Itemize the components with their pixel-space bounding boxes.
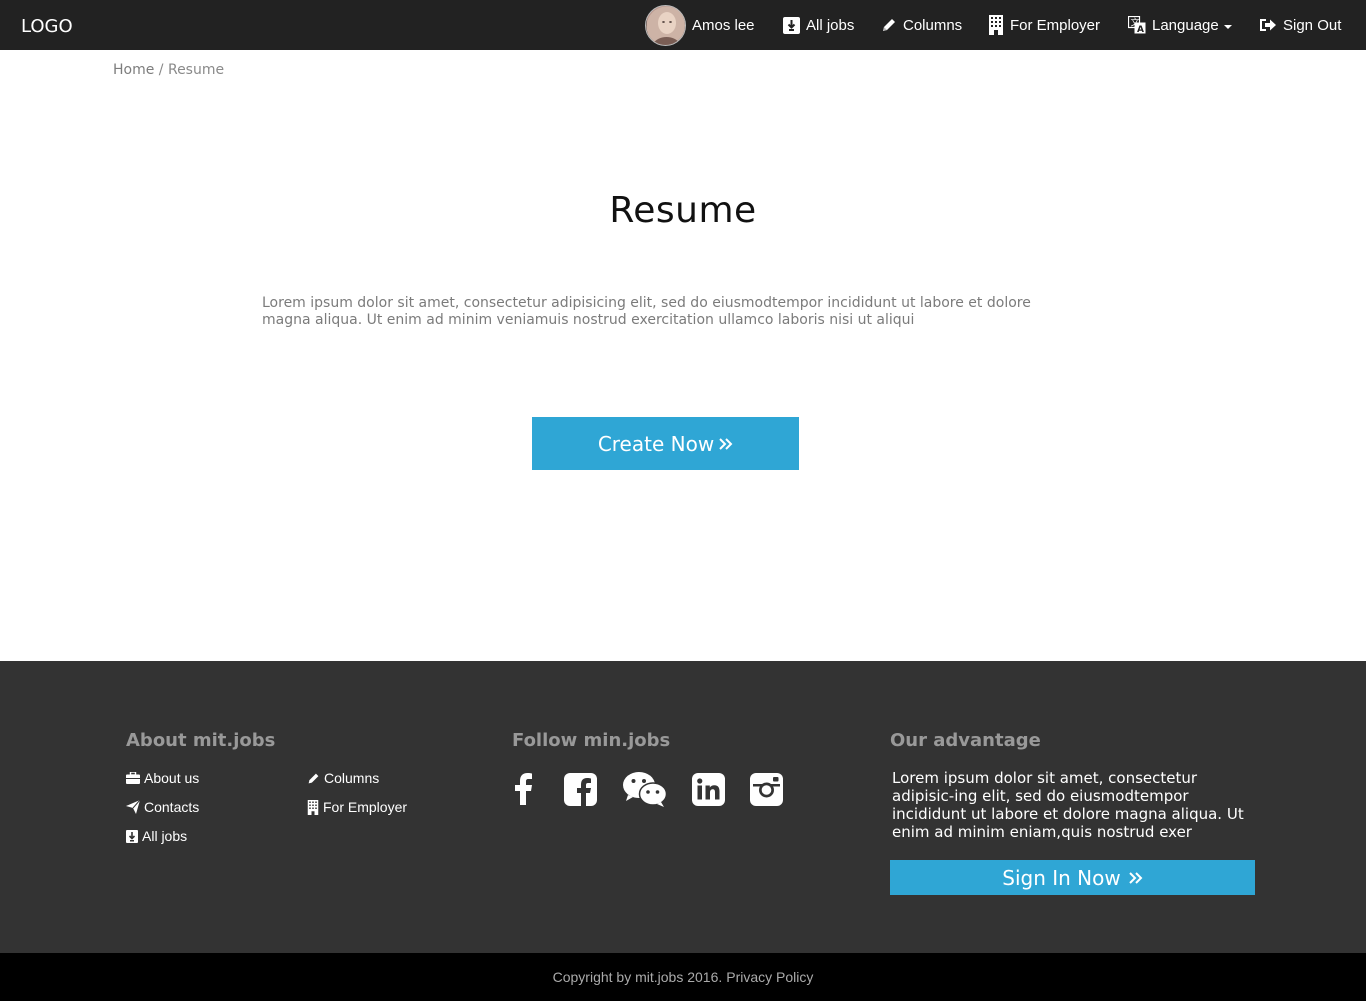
- paper-plane-icon: [126, 800, 140, 814]
- nav-language-dropdown[interactable]: 文A Language: [1128, 0, 1232, 50]
- avatar: [645, 4, 686, 46]
- logo[interactable]: LOGO: [21, 16, 73, 37]
- double-chevron-right-icon: [1129, 871, 1143, 885]
- instagram-icon[interactable]: [746, 770, 786, 808]
- building-icon: [988, 15, 1004, 35]
- create-now-label: Create Now: [597, 431, 715, 456]
- breadcrumb-home-link[interactable]: Home: [113, 62, 154, 78]
- footer-link-about-us[interactable]: About us: [126, 770, 199, 786]
- caret-down-icon: [1223, 24, 1232, 29]
- footer-link-about-us-label: About us: [144, 770, 200, 786]
- double-chevron-right-icon: [719, 437, 733, 451]
- facebook-square-icon[interactable]: [560, 770, 600, 808]
- about-heading: About mit.jobs: [126, 730, 276, 751]
- user-name: Amos lee: [692, 16, 755, 34]
- advantage-text: Lorem ipsum dolor sit amet, consectetur …: [892, 769, 1244, 841]
- sign-in-now-label: Sign In Now: [1002, 865, 1121, 890]
- footer-link-all-jobs[interactable]: All jobs: [126, 828, 187, 844]
- intro-text: Lorem ipsum dolor sit amet, consectetur …: [262, 295, 1031, 328]
- footer-link-columns-label: Columns: [324, 770, 380, 786]
- top-navbar: LOGO Amos lee All jobs Columns For Emplo…: [0, 0, 1366, 50]
- nav-all-jobs[interactable]: All jobs: [783, 0, 854, 50]
- nav-columns[interactable]: Columns: [881, 0, 962, 50]
- nav-language-label: Language: [1152, 16, 1219, 34]
- sign-in-now-button[interactable]: Sign In Now: [890, 860, 1255, 895]
- follow-heading: Follow min.jobs: [512, 730, 671, 751]
- footer-link-contacts[interactable]: Contacts: [126, 799, 199, 815]
- footer-link-for-employer-label: For Employer: [323, 799, 408, 815]
- nav-user-profile[interactable]: Amos lee: [645, 0, 755, 50]
- footer-link-all-jobs-label: All jobs: [142, 828, 188, 844]
- footer-link-for-employer[interactable]: For Employer: [307, 799, 407, 815]
- create-now-button[interactable]: Create Now: [532, 417, 799, 470]
- svg-text:A: A: [1137, 25, 1144, 34]
- sign-out-icon: [1259, 17, 1277, 33]
- nav-for-employer[interactable]: For Employer: [988, 0, 1100, 50]
- jobs-icon: [126, 829, 138, 843]
- wechat-icon[interactable]: [622, 770, 668, 808]
- bottom-bar: Copyright by mit.jobs 2016. Privacy Poli…: [0, 953, 1366, 1001]
- privacy-policy-link[interactable]: Privacy Policy: [726, 969, 813, 985]
- footer-link-contacts-label: Contacts: [144, 799, 200, 815]
- breadcrumb-separator: /: [158, 62, 164, 78]
- nav-all-jobs-label: All jobs: [806, 16, 855, 34]
- nav-for-employer-label: For Employer: [1010, 16, 1101, 34]
- nav-sign-out-label: Sign Out: [1283, 16, 1342, 34]
- building-icon: [307, 799, 319, 815]
- jobs-icon: [783, 16, 800, 34]
- breadcrumb-current: Resume: [167, 62, 225, 78]
- copyright-text: Copyright by mit.jobs 2016.: [552, 969, 723, 985]
- advantage-heading: Our advantage: [890, 730, 1041, 751]
- linkedin-icon[interactable]: [688, 770, 728, 808]
- nav-sign-out[interactable]: Sign Out: [1259, 0, 1341, 50]
- pencil-icon: [881, 17, 897, 33]
- breadcrumb: Home / Resume: [113, 62, 224, 78]
- pencil-icon: [307, 772, 320, 785]
- page-title: Resume: [609, 190, 757, 231]
- briefcase-icon: [126, 772, 140, 784]
- facebook-icon[interactable]: [503, 770, 543, 808]
- translate-icon: 文A: [1128, 16, 1146, 34]
- footer-link-columns[interactable]: Columns: [307, 770, 379, 786]
- nav-columns-label: Columns: [903, 16, 963, 34]
